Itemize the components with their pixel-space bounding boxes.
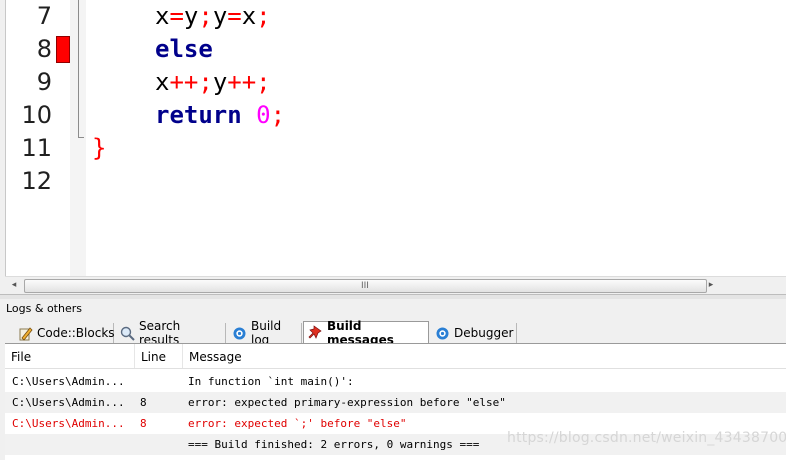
watermark: https://blog.csdn.net/weixin_43438700	[507, 430, 786, 446]
cell-message: === Build finished: 2 errors, 0 warnings…	[188, 438, 480, 451]
fold-end	[78, 137, 84, 138]
tab-code-blocks[interactable]: Code::Blocks	[14, 323, 115, 343]
gear-icon	[435, 326, 450, 341]
cell-file: C:\Users\Admin...	[12, 375, 125, 388]
error-marker-icon[interactable]	[56, 36, 70, 63]
code-line-7[interactable]: x=y;y=x;	[92, 0, 271, 33]
code-token: 0	[256, 101, 271, 129]
logs-pane-title: Logs & others	[0, 299, 786, 319]
code-token: y	[212, 2, 228, 30]
fold-line	[78, 0, 79, 138]
pin-icon	[308, 325, 323, 340]
tab-label: Debugger	[454, 326, 514, 340]
code-line-9[interactable]: x++;y++;	[92, 66, 271, 99]
horizontal-scrollbar[interactable]: ◂ III ▸	[5, 276, 786, 294]
cell-line: 8	[140, 396, 147, 409]
column-header-line[interactable]: Line	[135, 344, 183, 368]
table-row[interactable]: C:\Users\Admin... In function `int main(…	[5, 371, 786, 392]
code-token: ++;	[227, 68, 271, 96]
magnifier-icon	[120, 326, 135, 341]
line-number: 8	[36, 35, 52, 63]
tab-label: Code::Blocks	[37, 326, 115, 340]
code-token: x	[155, 2, 170, 30]
code-token: y	[212, 68, 228, 96]
line-number: 10	[21, 101, 52, 129]
table-header: File Line Message	[5, 344, 786, 369]
code-line-10[interactable]: return 0;	[92, 99, 285, 132]
scroll-left-icon[interactable]: ◂	[8, 279, 20, 292]
cell-message: In function `int main()':	[188, 375, 354, 388]
cell-line: 8	[140, 417, 147, 430]
line-number: 11	[21, 134, 52, 162]
code-token: ;	[270, 101, 286, 129]
line-number: 9	[36, 68, 52, 96]
cell-message: error: expected `;' before "else"	[188, 417, 407, 430]
code-line-11[interactable]: }	[92, 132, 106, 165]
code-token: x	[155, 68, 170, 96]
code-token: }	[92, 134, 107, 162]
tab-build-log[interactable]: Build log	[228, 319, 302, 347]
code-token: return	[155, 101, 242, 129]
scrollbar-thumb[interactable]: III	[24, 279, 707, 293]
code-token: else	[155, 35, 213, 63]
cell-file: C:\Users\Admin...	[12, 396, 125, 409]
pencil-icon	[18, 326, 33, 341]
grip-icon: III	[361, 281, 369, 291]
column-header-message[interactable]: Message	[183, 344, 783, 368]
code-editor[interactable]: 7 8 9 10 11 12 x=y;y=x; else x++;y++; re…	[0, 0, 786, 276]
code-token: ;	[256, 2, 271, 30]
code-token: x	[241, 2, 257, 30]
tab-debugger[interactable]: Debugger	[431, 323, 517, 343]
line-number: 12	[21, 167, 52, 195]
code-line-8[interactable]: else	[92, 33, 213, 66]
cell-message: error: expected primary-expression befor…	[188, 396, 506, 409]
tab-build-messages[interactable]: Build messages	[303, 319, 429, 347]
column-header-file[interactable]: File	[5, 344, 135, 368]
cell-file: C:\Users\Admin...	[12, 417, 125, 430]
scrollbar-corner	[714, 277, 786, 294]
line-number: 7	[36, 2, 52, 30]
tab-search-results[interactable]: Search results	[116, 319, 226, 347]
code-token: ;	[198, 2, 213, 30]
table-row[interactable]: C:\Users\Admin... 8 error: expected prim…	[5, 392, 786, 413]
logs-tab-bar: Code::Blocks Search results Build log Bu…	[0, 319, 786, 347]
code-token: ++;	[169, 68, 213, 96]
gear-icon	[232, 326, 247, 341]
code-token: =	[227, 2, 242, 30]
code-token: y	[183, 2, 199, 30]
code-token: =	[169, 2, 184, 30]
